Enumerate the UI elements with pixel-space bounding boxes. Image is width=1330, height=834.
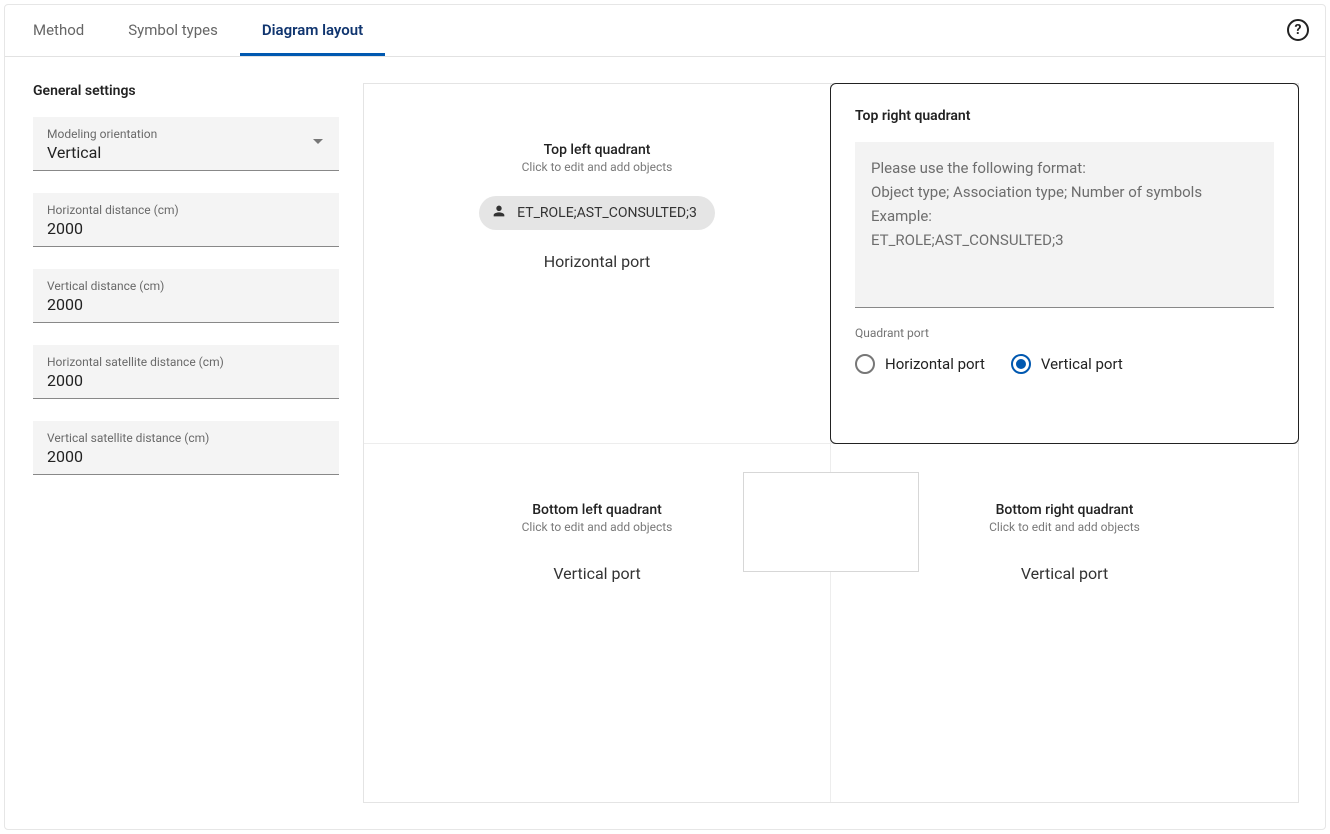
horizontal-distance-input[interactable]: Horizontal distance (cm) 2000	[33, 193, 339, 247]
quadrant-title: Top right quadrant	[855, 108, 1274, 124]
app-frame: Method Symbol types Diagram layout ? Gen…	[4, 4, 1326, 830]
field-value: Vertical	[47, 143, 325, 162]
tab-bar: Method Symbol types Diagram layout ?	[5, 5, 1325, 57]
object-chip[interactable]: ET_ROLE;AST_CONSULTED;3	[479, 196, 715, 230]
vertical-satellite-distance-input[interactable]: Vertical satellite distance (cm) 2000	[33, 421, 339, 475]
quadrant-subtitle: Click to edit and add objects	[388, 160, 806, 174]
field-label: Vertical distance (cm)	[47, 279, 325, 293]
field-value: 2000	[47, 219, 325, 238]
person-icon	[491, 203, 507, 223]
quadrant-port-label: Horizontal port	[388, 252, 806, 271]
radio-vertical-port[interactable]: Vertical port	[1011, 354, 1123, 374]
tab-diagram-layout[interactable]: Diagram layout	[240, 5, 385, 56]
field-label: Horizontal satellite distance (cm)	[47, 355, 325, 369]
vertical-distance-input[interactable]: Vertical distance (cm) 2000	[33, 269, 339, 323]
tab-symbol-types[interactable]: Symbol types	[106, 5, 240, 56]
general-settings-panel: General settings Modeling orientation Ve…	[33, 83, 339, 497]
tab-method[interactable]: Method	[11, 5, 106, 56]
quadrant-objects-textarea[interactable]: Please use the following format: Object …	[855, 142, 1274, 308]
port-radio-group: Horizontal port Vertical port	[855, 354, 1274, 374]
content-body: General settings Modeling orientation Ve…	[5, 57, 1325, 829]
radio-label: Horizontal port	[885, 355, 985, 373]
top-right-edit-panel: Top right quadrant Please use the follow…	[830, 83, 1299, 444]
modeling-orientation-select[interactable]: Modeling orientation Vertical	[33, 117, 339, 171]
section-title: General settings	[33, 83, 339, 99]
radio-icon	[855, 354, 875, 374]
radio-horizontal-port[interactable]: Horizontal port	[855, 354, 985, 374]
field-label: Modeling orientation	[47, 127, 325, 141]
top-right-quadrant: Top right quadrant Please use the follow…	[831, 84, 1298, 444]
help-icon[interactable]: ?	[1287, 19, 1309, 41]
field-label: Horizontal distance (cm)	[47, 203, 325, 217]
field-value: 2000	[47, 295, 325, 314]
radio-icon	[1011, 354, 1031, 374]
chevron-down-icon	[313, 139, 323, 144]
horizontal-satellite-distance-input[interactable]: Horizontal satellite distance (cm) 2000	[33, 345, 339, 399]
diagram-layout-area: Top left quadrant Click to edit and add …	[363, 83, 1299, 803]
top-left-quadrant[interactable]: Top left quadrant Click to edit and add …	[364, 84, 831, 444]
field-label: Vertical satellite distance (cm)	[47, 431, 325, 445]
field-value: 2000	[47, 447, 325, 466]
radio-label: Vertical port	[1041, 355, 1123, 373]
center-element-placeholder[interactable]	[743, 472, 919, 572]
quadrant-port-heading: Quadrant port	[855, 326, 1274, 340]
chip-label: ET_ROLE;AST_CONSULTED;3	[517, 205, 697, 221]
quadrant-title: Top left quadrant	[388, 142, 806, 158]
field-value: 2000	[47, 371, 325, 390]
